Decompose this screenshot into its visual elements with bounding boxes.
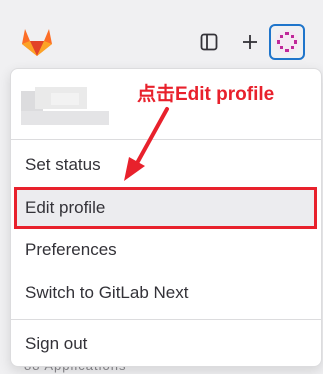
plus-icon [243, 35, 257, 49]
sidebar-toggle-button[interactable] [196, 29, 222, 55]
gitlab-logo-icon[interactable] [20, 25, 54, 57]
top-bar [0, 0, 323, 66]
user-menu-dropdown: Set status Edit profile Preferences Swit… [10, 68, 322, 367]
user-avatar-icon [275, 30, 299, 54]
annotation-arrow-icon [124, 107, 169, 181]
user-avatar-button[interactable] [269, 24, 305, 60]
sidebar-icon [200, 33, 218, 51]
new-item-button[interactable] [237, 28, 263, 56]
